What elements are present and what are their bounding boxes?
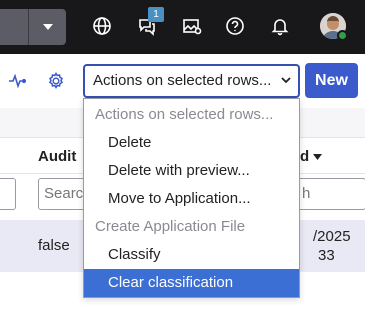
dropdown-option-move-to-application[interactable]: Move to Application...: [84, 185, 299, 213]
new-button[interactable]: New: [305, 63, 358, 98]
actions-dropdown-list: Actions on selected rows... Delete Delet…: [83, 98, 300, 298]
column-header-date[interactable]: d: [300, 148, 309, 165]
first-column-filter-input[interactable]: [0, 178, 16, 210]
sort-descending-icon[interactable]: [313, 154, 322, 160]
help-icon[interactable]: [223, 14, 247, 38]
chevron-down-icon: [281, 77, 291, 84]
chevron-down-icon: [42, 24, 53, 30]
bell-icon[interactable]: [268, 14, 292, 38]
activity-icon[interactable]: [8, 71, 28, 91]
actions-on-selected-rows-select[interactable]: Actions on selected rows...: [83, 64, 300, 98]
audit-cell: false: [38, 237, 70, 254]
gear-icon[interactable]: [46, 71, 66, 91]
notification-count-badge: 1: [148, 7, 164, 22]
dropdown-option-classify[interactable]: Classify: [84, 241, 299, 269]
dropdown-group-create-application-file: Create Application File: [95, 218, 246, 235]
date-cell-line2: 33: [318, 247, 335, 264]
dropdown-option-delete[interactable]: Delete: [84, 129, 299, 157]
dropdown-group-actions: Actions on selected rows...: [95, 106, 274, 123]
image-settings-icon[interactable]: [180, 14, 204, 38]
column-header-audit[interactable]: Audit: [38, 148, 76, 165]
dropdown-option-delete-with-preview[interactable]: Delete with preview...: [84, 157, 299, 185]
date-cell-line1: /2025: [313, 228, 351, 245]
date-filter-input[interactable]: h: [296, 178, 365, 210]
online-status-indicator: [337, 30, 348, 41]
top-navigation-bar: 1: [0, 0, 365, 54]
dropdown-option-clear-classification[interactable]: Clear classification: [84, 269, 299, 297]
search-scope-dropdown[interactable]: [28, 9, 66, 45]
actions-select-value: Actions on selected rows...: [93, 72, 272, 89]
globe-icon[interactable]: [90, 14, 114, 38]
